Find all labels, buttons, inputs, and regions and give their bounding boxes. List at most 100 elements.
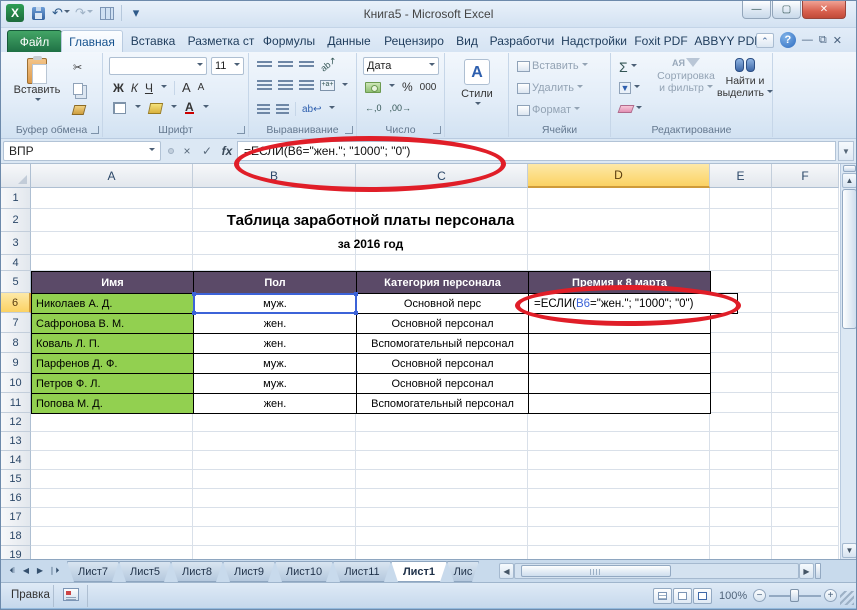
table-header-0[interactable]: Имя [31,271,194,294]
align-bottom-icon[interactable] [299,61,314,69]
cell-D1[interactable] [528,188,710,209]
cell-B15[interactable] [193,470,356,489]
clipboard-dialog-launcher[interactable] [91,126,99,134]
number-dialog-launcher[interactable] [433,126,441,134]
sheet-tab-Лист5[interactable]: Лист5 [119,561,171,582]
table-cell-name-7[interactable]: Сафронова В. М. [31,313,194,334]
cell-A16[interactable] [31,489,193,508]
format-painter-icon[interactable] [73,105,85,115]
cell-F5[interactable] [772,271,839,293]
cell-B12[interactable] [193,413,356,432]
table-cell-name-9[interactable]: Парфенов Д. Ф. [31,353,194,374]
cell-E5[interactable] [710,271,772,293]
first-sheet-icon[interactable]: ⏴❘ [5,563,19,579]
resize-grip[interactable] [840,591,854,605]
cell-E14[interactable] [710,451,772,470]
align-right-icon[interactable] [299,80,314,91]
ribbon-collapse-icon[interactable]: ⌃ [756,33,774,48]
hscroll-right-icon[interactable]: ▶ [799,563,814,579]
tab-Разработчи[interactable]: Разработчи [485,30,559,52]
tab-Главная[interactable]: Главная [61,30,123,52]
row-header-16[interactable]: 16 [1,489,31,508]
cell-D16[interactable] [528,489,710,508]
row-header-8[interactable]: 8 [1,333,31,353]
cell-C16[interactable] [356,489,528,508]
cell-A12[interactable] [31,413,193,432]
cell-F1[interactable] [772,188,839,209]
table-cell-gender-8[interactable]: жен. [193,333,357,354]
row-header-5[interactable]: 5 [1,271,31,293]
number-format-combo[interactable]: Дата [363,57,439,75]
cell-E2[interactable] [710,209,772,232]
enter-icon[interactable]: ✓ [200,144,214,158]
autosum-button[interactable]: Σ [619,59,637,75]
table-cell-bonus-9[interactable] [528,353,711,374]
cut-icon[interactable]: ✂ [73,61,82,74]
table-cell-bonus-8[interactable] [528,333,711,354]
row-header-13[interactable]: 13 [1,432,31,451]
cell-F4[interactable] [772,255,839,271]
table-cell-gender-10[interactable]: муж. [193,373,357,394]
zoom-out-icon[interactable]: − [753,589,766,602]
tab-file[interactable]: Файл [7,30,62,52]
clear-button[interactable] [619,105,642,113]
font-color-icon[interactable]: А [185,102,194,114]
cell-C1[interactable] [356,188,528,209]
quick-print-icon[interactable] [98,4,116,22]
column-header-E[interactable]: E [710,164,772,188]
percent-style-button[interactable]: % [402,80,413,94]
formula-bar-expand-icon[interactable]: ▼ [838,141,854,161]
underline-button[interactable]: Ч [145,81,153,95]
merge-center-icon[interactable]: +a+ [320,80,335,91]
cell-E16[interactable] [710,489,772,508]
table-cell-gender-7[interactable]: жен. [193,313,357,334]
cell-F2[interactable] [772,209,839,232]
align-left-icon[interactable] [257,80,272,91]
zoom-in-icon[interactable]: + [824,589,837,602]
row-header-2[interactable]: 2 [1,209,31,232]
vscroll-thumb[interactable] [842,189,857,329]
column-header-B[interactable]: B [193,164,356,188]
cell-E8[interactable] [710,333,772,353]
customize-qat-icon[interactable]: ▾ [127,4,145,22]
sheet-tab-Лист7[interactable]: Лист7 [67,561,119,582]
page-layout-view-icon[interactable] [673,588,692,604]
fill-color-dropdown-icon[interactable] [171,105,177,111]
cell-D13[interactable] [528,432,710,451]
font-color-dropdown-icon[interactable] [203,105,209,111]
tab-Формулы[interactable]: Формулы [259,30,319,52]
tab-Рецензиро[interactable]: Рецензиро [379,30,449,52]
cell-F14[interactable] [772,451,839,470]
merge-dropdown-icon[interactable] [342,83,348,89]
cell-C15[interactable] [356,470,528,489]
prev-sheet-icon[interactable]: ◀ [19,563,33,579]
tab-Вид[interactable]: Вид [449,30,485,52]
zoom-slider-thumb[interactable] [790,589,799,602]
cell-E1[interactable] [710,188,772,209]
cell-F10[interactable] [772,373,839,393]
cell-F11[interactable] [772,393,839,413]
name-box[interactable]: ВПР [3,141,161,161]
italic-button[interactable]: К [131,81,138,95]
table-cell-name-8[interactable]: Коваль Л. П. [31,333,194,354]
row-header-17[interactable]: 17 [1,508,31,527]
cell-E17[interactable] [710,508,772,527]
row-header-9[interactable]: 9 [1,353,31,373]
paste-button[interactable]: Вставить [9,58,65,104]
cell-B19[interactable] [193,546,356,559]
cell-C12[interactable] [356,413,528,432]
accounting-dropdown-icon[interactable] [389,84,395,90]
cell-A4[interactable] [31,255,193,271]
next-sheet-icon[interactable]: ▶ [33,563,47,579]
comma-style-button[interactable]: 000 [420,82,437,93]
cell-E12[interactable] [710,413,772,432]
restore-button[interactable]: ▢ [772,1,801,19]
sheet-tab-Лист11[interactable]: Лист11 [333,561,391,582]
tab-Foxit PDF[interactable]: Foxit PDF [629,30,693,52]
cell-A13[interactable] [31,432,193,451]
insert-cells-button[interactable]: Вставить [517,60,588,72]
cell-E4[interactable] [710,255,772,271]
cell-E18[interactable] [710,527,772,546]
table-cell-category-11[interactable]: Вспомогательный персонал [356,393,529,414]
align-top-icon[interactable] [257,61,272,69]
